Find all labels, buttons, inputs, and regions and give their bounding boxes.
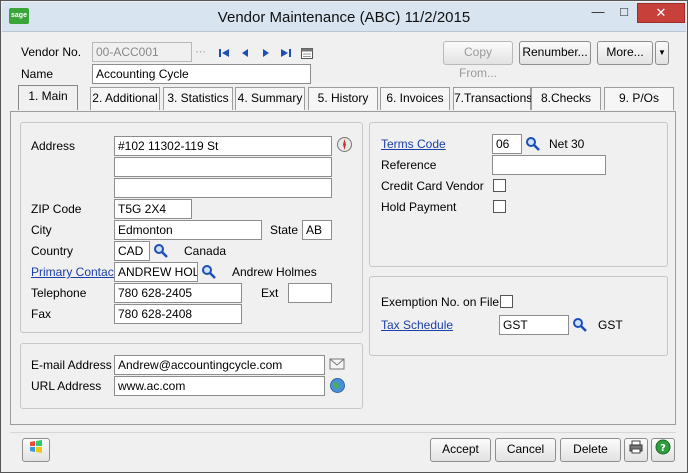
renumber-button[interactable]: Renumber... xyxy=(519,41,591,65)
country-name-text: Canada xyxy=(184,244,227,258)
tax-schedule-link[interactable]: Tax Schedule xyxy=(381,318,453,332)
printer-icon xyxy=(628,440,644,458)
web-globe-icon[interactable] xyxy=(329,377,346,397)
email-field[interactable]: Andrew@accountingcycle.com xyxy=(114,355,325,375)
help-question-icon: ? xyxy=(655,439,671,458)
maximize-button[interactable]: □ xyxy=(611,3,637,23)
reference-label: Reference xyxy=(381,158,437,172)
zip-code-field[interactable]: T5G 2X4 xyxy=(114,199,192,219)
credit-card-vendor-label: Credit Card Vendor xyxy=(381,179,484,193)
hold-payment-label: Hold Payment xyxy=(381,200,457,214)
city-field[interactable]: Edmonton xyxy=(114,220,262,240)
address-line2-field[interactable] xyxy=(114,157,332,177)
terms-code-link[interactable]: Terms Code xyxy=(381,137,446,151)
reference-field[interactable] xyxy=(492,155,606,175)
next-record-icon[interactable] xyxy=(259,46,273,60)
ext-label: Ext xyxy=(261,286,279,300)
zip-code-label: ZIP Code xyxy=(31,202,82,216)
tab-pos[interactable]: 9. P/Os xyxy=(604,87,674,110)
fax-field[interactable]: 780 628-2408 xyxy=(114,304,242,324)
copy-from-button[interactable]: Copy From... xyxy=(443,41,513,80)
tab-transactions[interactable]: 7.Transactions xyxy=(453,87,532,110)
url-label: URL Address xyxy=(31,379,102,393)
vendor-lookup-icon[interactable]: ⋯ xyxy=(195,45,206,58)
previous-record-icon[interactable] xyxy=(238,46,252,60)
country-field[interactable]: CAD xyxy=(114,241,150,261)
vendor-no-label: Vendor No. xyxy=(21,45,82,59)
state-field[interactable]: AB xyxy=(302,220,332,240)
credit-card-vendor-checkbox[interactable] xyxy=(493,179,506,192)
bottom-toolbar: Accept Cancel Delete ? xyxy=(10,432,676,466)
first-record-icon[interactable] xyxy=(217,46,231,60)
cancel-button[interactable]: Cancel xyxy=(495,438,556,462)
tax-schedule-field[interactable]: GST xyxy=(499,315,569,335)
address-line1-field[interactable]: #102 11302-119 St xyxy=(114,136,332,156)
delete-button[interactable]: Delete xyxy=(560,438,621,462)
tab-invoices[interactable]: 6. Invoices xyxy=(380,87,450,110)
print-button[interactable] xyxy=(624,438,648,462)
tab-main[interactable]: 1. Main xyxy=(18,85,78,110)
fax-label: Fax xyxy=(31,307,52,321)
close-button[interactable]: ✕ xyxy=(637,3,685,23)
lookup-list-icon[interactable] xyxy=(300,46,314,60)
chevron-down-icon: ▼ xyxy=(658,48,666,57)
last-record-icon[interactable] xyxy=(279,46,293,60)
address-group: Address #102 11302-119 St ZIP Code T5G 2… xyxy=(20,122,363,333)
state-label: State xyxy=(270,223,299,237)
ext-field[interactable] xyxy=(288,283,332,303)
exemption-on-file-label: Exemption No. on File xyxy=(381,295,500,309)
email-label: E-mail Address xyxy=(31,358,112,372)
primary-contact-link[interactable]: Primary Contact xyxy=(31,265,117,279)
telephone-label: Telephone xyxy=(31,286,87,300)
tab-checks[interactable]: 8.Checks xyxy=(531,87,601,110)
country-label: Country xyxy=(31,244,74,258)
city-label: City xyxy=(31,223,52,237)
country-lookup-search-icon[interactable] xyxy=(153,243,169,262)
contact-name-text: Andrew Holmes xyxy=(232,265,317,279)
terms-lookup-search-icon[interactable] xyxy=(525,136,541,155)
help-button[interactable]: ? xyxy=(651,438,675,462)
more-dropdown-button[interactable]: ▼ xyxy=(655,41,669,65)
sage-desktop-button[interactable] xyxy=(22,438,50,462)
tab-history[interactable]: 5. History xyxy=(308,87,378,110)
window-client-area: Vendor No. 00-ACC001 ⋯ Copy From... Renu… xyxy=(2,33,686,472)
tab-statistics[interactable]: 3. Statistics xyxy=(163,87,233,110)
title-bar: sage Vendor Maintenance (ABC) 11/2/2015 … xyxy=(2,2,686,32)
tax-group: Exemption No. on File Tax Schedule GST G… xyxy=(369,276,668,356)
telephone-field[interactable]: 780 628-2405 xyxy=(114,283,242,303)
name-label: Name xyxy=(21,67,54,81)
tab-summary[interactable]: 4. Summary xyxy=(235,87,305,110)
accept-button[interactable]: Accept xyxy=(430,438,491,462)
svg-text:?: ? xyxy=(660,443,666,454)
exemption-on-file-checkbox[interactable] xyxy=(500,295,513,308)
contact-lookup-search-icon[interactable] xyxy=(201,264,217,283)
vendor-name-field[interactable]: Accounting Cycle xyxy=(92,64,311,84)
window-title: Vendor Maintenance (ABC) 11/2/2015 xyxy=(217,9,471,26)
tax-schedule-description-text: GST xyxy=(598,318,623,332)
vendor-no-field[interactable]: 00-ACC001 xyxy=(92,42,192,62)
main-tab-panel: Address #102 11302-119 St ZIP Code T5G 2… xyxy=(10,111,676,425)
map-compass-icon[interactable] xyxy=(336,136,353,156)
address-line3-field[interactable] xyxy=(114,178,332,198)
terms-code-field[interactable]: 06 xyxy=(492,134,522,154)
more-button[interactable]: More... xyxy=(597,41,653,65)
tab-additional[interactable]: 2. Additional xyxy=(90,87,160,110)
email-envelope-icon[interactable] xyxy=(329,357,345,374)
url-field[interactable]: www.ac.com xyxy=(114,376,325,396)
terms-description-text: Net 30 xyxy=(549,137,585,151)
address-label: Address xyxy=(31,139,76,153)
vendor-maintenance-window: sage Vendor Maintenance (ABC) 11/2/2015 … xyxy=(0,0,688,473)
terms-group: Terms Code 06 Net 30 Reference Credit Ca… xyxy=(369,122,668,267)
internet-group: E-mail Address Andrew@accountingcycle.co… xyxy=(20,343,363,409)
hold-payment-checkbox[interactable] xyxy=(493,200,506,213)
primary-contact-field[interactable]: ANDREW HOL xyxy=(114,262,198,282)
sage-windows-icon xyxy=(28,440,44,458)
minimize-button[interactable]: — xyxy=(585,3,611,23)
tax-schedule-search-icon[interactable] xyxy=(572,317,588,336)
